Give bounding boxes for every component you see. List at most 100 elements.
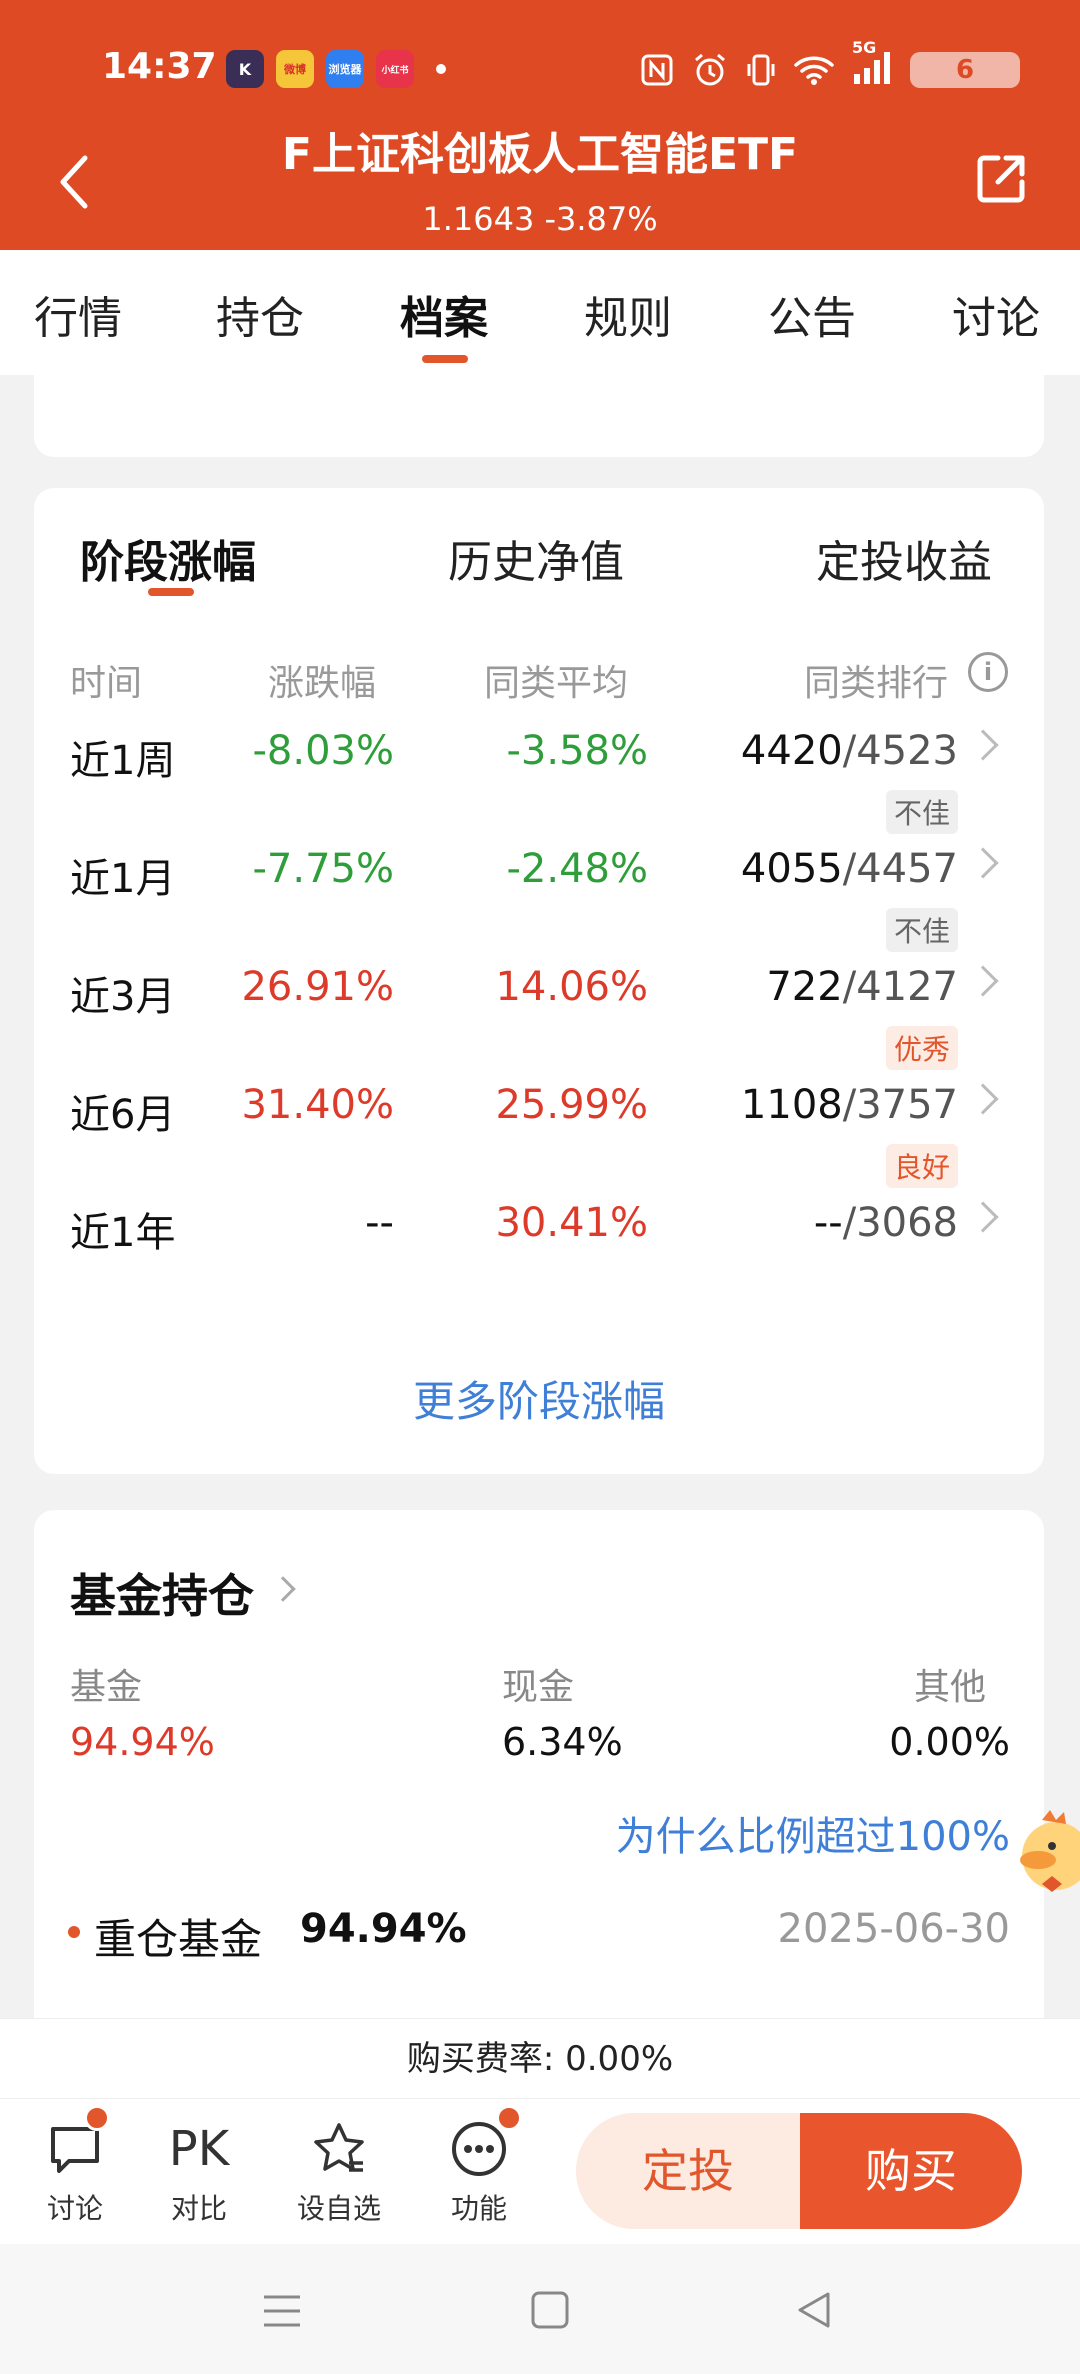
app-k-icon: K	[226, 50, 264, 88]
row-avg: 14.06%	[495, 964, 648, 1010]
fixed-invest-button[interactable]: 定投	[576, 2113, 800, 2229]
compare-button[interactable]: PK 对比	[144, 2117, 254, 2227]
row-avg: -2.48%	[506, 846, 648, 892]
tab-announcements[interactable]: 公告	[768, 282, 856, 346]
tab-active-indicator	[422, 355, 468, 363]
vibrate-icon	[747, 54, 775, 86]
watchlist-label: 设自选	[296, 2192, 381, 2225]
back-triangle-icon[interactable]	[794, 2290, 834, 2330]
label-cash: 现金	[502, 1667, 575, 1708]
weibo-icon: 微博	[276, 50, 314, 88]
system-navigation-bar	[0, 2244, 1080, 2374]
pk-icon: PK	[168, 2121, 230, 2177]
table-row[interactable]: 近1周 -8.03% -3.58% 4420/4523 不佳	[34, 728, 1044, 838]
compare-label: 对比	[170, 2192, 227, 2225]
purchase-fee-rate: 购买费率: 0.00%	[0, 2018, 1080, 2098]
row-change: 26.91%	[241, 964, 394, 1010]
chevron-right-icon	[967, 965, 999, 997]
chevron-right-icon	[967, 1201, 999, 1233]
row-rank: --/3068	[813, 1200, 958, 1246]
table-row[interactable]: 近1月 -7.75% -2.48% 4055/4457 不佳	[34, 846, 1044, 956]
header-peer-avg: 同类平均	[484, 663, 629, 704]
row-period: 近1月	[70, 856, 176, 902]
row-period: 近6月	[70, 1092, 176, 1138]
header-change: 涨跌幅	[268, 663, 377, 704]
menu-icon[interactable]	[262, 2294, 302, 2328]
more-stage-returns-link[interactable]: 更多阶段涨幅	[34, 1368, 1044, 1429]
tab-discussion[interactable]: 讨论	[952, 282, 1040, 346]
segment-stage-return[interactable]: 阶段涨幅	[80, 526, 256, 590]
info-icon[interactable]: i	[968, 652, 1008, 692]
row-rank: 1108/3757	[740, 1082, 958, 1128]
header-period: 时间	[70, 663, 143, 704]
rank-badge: 不佳	[885, 908, 958, 952]
table-row[interactable]: 近3月 26.91% 14.06% 722/4127 优秀	[34, 964, 1044, 1074]
tab-market[interactable]: 行情	[34, 282, 122, 346]
row-rank: 4055/4457	[740, 846, 958, 892]
status-bar: 14:37 K 微博 浏览器 小红书 5G 6	[0, 38, 1080, 100]
wifi-icon	[794, 56, 834, 85]
functions-button[interactable]: 功能	[424, 2105, 534, 2227]
chevron-right-icon[interactable]	[270, 1576, 296, 1602]
notification-dot	[496, 2105, 522, 2131]
row-change: 31.40%	[241, 1082, 394, 1128]
header-peer-rank: 同类排行	[804, 663, 949, 704]
add-watchlist-button[interactable]: 设自选	[284, 2117, 394, 2227]
alarm-icon	[695, 53, 725, 86]
battery-icon: 6	[910, 52, 1020, 88]
row-period: 近1周	[70, 738, 176, 784]
notification-dot	[84, 2105, 110, 2131]
heavy-holdings-label: 重仓基金	[94, 1915, 263, 1964]
label-fund: 基金	[70, 1667, 143, 1708]
value-fund: 94.94%	[70, 1720, 215, 1764]
row-period: 近1年	[70, 1210, 176, 1256]
row-avg: 30.41%	[495, 1200, 648, 1246]
share-icon[interactable]	[974, 150, 1030, 206]
status-right: 5G 6	[640, 38, 1020, 90]
star-plus-icon	[314, 2123, 364, 2172]
main-tabs: 行情 持仓 档案 规则 公告 讨论	[0, 250, 1080, 375]
value-cash: 6.34%	[502, 1720, 623, 1764]
rank-badge: 不佳	[885, 790, 958, 834]
why-over-100-link[interactable]: 为什么比例超过100%	[616, 1804, 1010, 1862]
tab-rules[interactable]: 规则	[584, 282, 672, 346]
buy-button[interactable]: 购买	[800, 2113, 1022, 2229]
row-change: --	[365, 1200, 394, 1246]
segment-nav-history[interactable]: 历史净值	[448, 526, 624, 590]
segment-fixed-invest[interactable]: 定投收益	[816, 526, 992, 590]
nfc-icon	[641, 54, 673, 86]
row-avg: 25.99%	[495, 1082, 648, 1128]
fund-title: F上证科创板人工智能ETF	[281, 129, 799, 180]
tab-holdings[interactable]: 持仓	[216, 282, 304, 346]
value-other: 0.00%	[889, 1720, 1010, 1764]
rank-badge: 良好	[885, 1144, 958, 1188]
row-avg: -3.58%	[506, 728, 648, 774]
table-row[interactable]: 近6月 31.40% 25.99% 1108/3757 良好	[34, 1082, 1044, 1192]
chevron-right-icon	[967, 847, 999, 879]
row-rank: 722/4127	[766, 964, 958, 1010]
top-header: 14:37 K 微博 浏览器 小红书 5G 6 F上证科创板人工智能ETF 1.…	[0, 0, 1080, 250]
discuss-button[interactable]: 讨论	[20, 2105, 130, 2227]
heavy-holdings-date: 2025-06-30	[777, 1906, 1010, 1952]
fund-nav-change: 1.1643 -3.87%	[422, 200, 658, 238]
bullet-dot	[68, 1926, 80, 1938]
mascot-assistant-icon[interactable]	[1012, 1808, 1080, 1898]
row-change: -7.75%	[252, 846, 394, 892]
row-rank: 4420/4523	[740, 728, 958, 774]
home-icon[interactable]	[530, 2290, 570, 2330]
holdings-title[interactable]: 基金持仓	[70, 1560, 254, 1626]
segment-active-indicator	[148, 588, 194, 596]
bottom-action-bar: 讨论 PK 对比 设自选 功能 定投 购买	[0, 2098, 1080, 2244]
signal-icon: 5G	[852, 38, 892, 90]
tab-profile[interactable]: 档案	[400, 282, 488, 346]
notification-icons: K 微博 浏览器 小红书	[226, 50, 446, 88]
label-other: 其他	[913, 1667, 986, 1708]
row-period: 近3月	[70, 974, 176, 1020]
functions-label: 功能	[450, 2192, 507, 2225]
more-notifications-dot	[436, 64, 446, 74]
browser-icon: 浏览器	[326, 50, 364, 88]
previous-card	[34, 375, 1044, 457]
heavy-holdings-value: 94.94%	[300, 1906, 467, 1952]
table-row[interactable]: 近1年 -- 30.41% --/3068	[34, 1200, 1044, 1310]
status-time: 14:37	[102, 46, 217, 87]
